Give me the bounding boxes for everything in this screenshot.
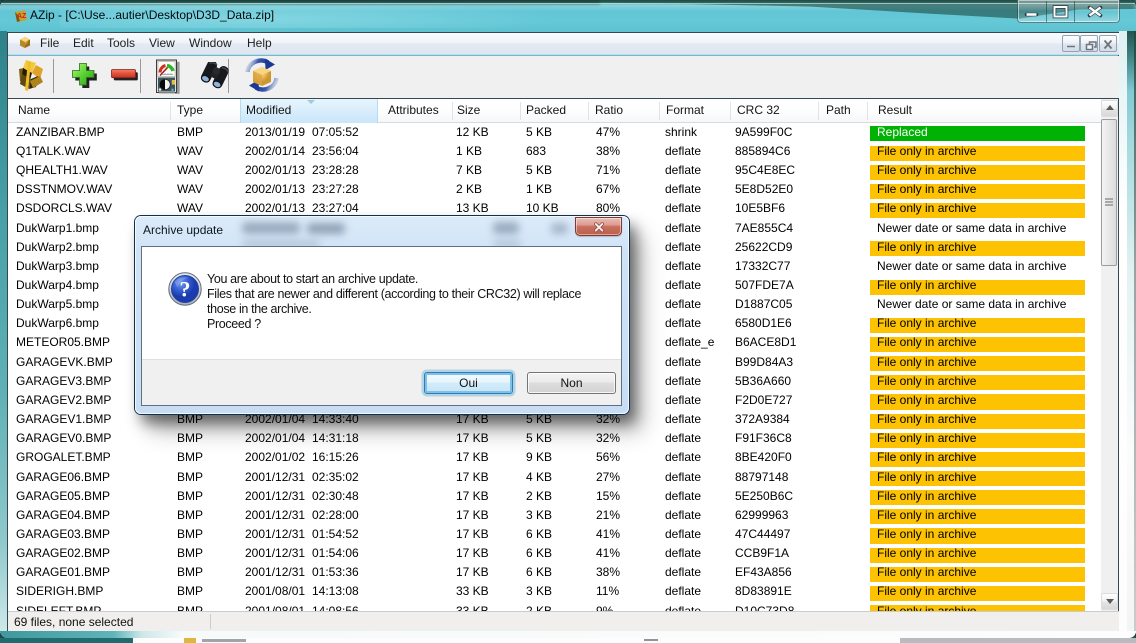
svg-text:AZ: AZ: [17, 13, 27, 20]
svg-text:?: ?: [180, 277, 191, 302]
